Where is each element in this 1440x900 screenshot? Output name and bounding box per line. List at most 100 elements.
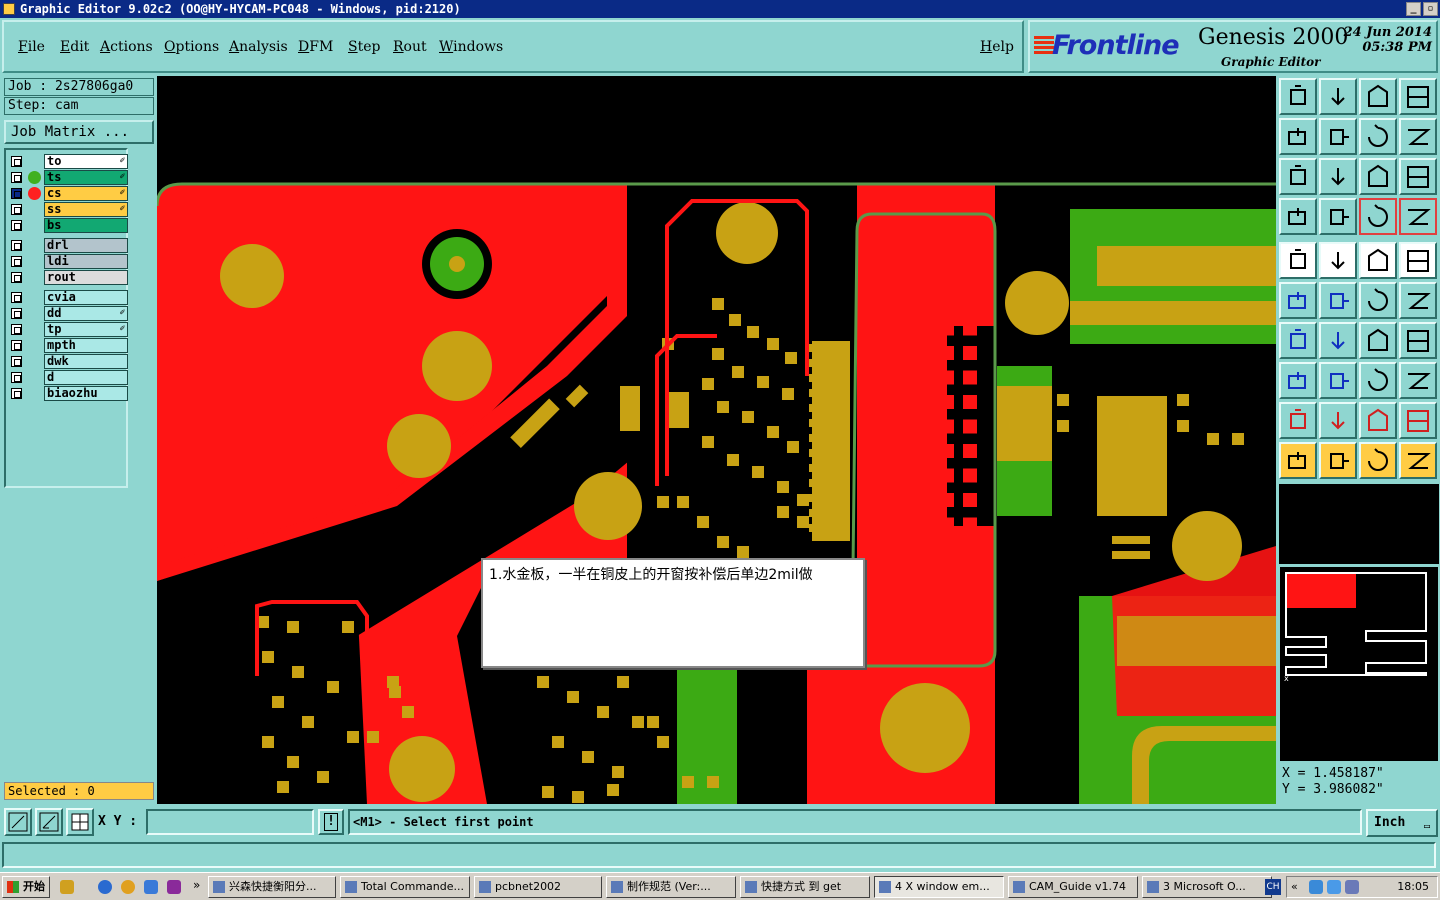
move-button[interactable] [1359, 282, 1397, 319]
units-selector[interactable]: Inch ▭ [1366, 809, 1438, 837]
move-left-button[interactable] [1279, 118, 1317, 155]
tray-network-icon[interactable] [1309, 880, 1323, 894]
connect-button[interactable] [1279, 282, 1317, 319]
delete-button[interactable] [1319, 282, 1357, 319]
layer-row-dd[interactable]: dd ✐ [8, 306, 128, 321]
layer-name[interactable]: biaozhu [44, 386, 128, 401]
language-indicator[interactable]: CH [1265, 879, 1281, 895]
layer-name[interactable]: drl [44, 238, 128, 253]
taskbar-task[interactable]: 快捷方式 到 get [740, 876, 870, 898]
taskbar-task[interactable]: pcbnet2002 [474, 876, 602, 898]
layer-name[interactable]: tp ✐ [44, 322, 128, 337]
layer-checkbox[interactable] [11, 172, 22, 183]
resize-button[interactable] [1359, 362, 1397, 399]
layer-row-drl[interactable]: drl [8, 238, 128, 253]
maximize-button[interactable]: ▫ [1423, 2, 1438, 16]
center-button[interactable] [1319, 158, 1357, 195]
layer-name[interactable]: cs ✐ [44, 186, 128, 201]
layer-checkbox[interactable] [11, 156, 22, 167]
layer-row-ss[interactable]: ss ✐ [8, 202, 128, 217]
quicklaunch-browser-icon[interactable] [144, 880, 158, 894]
format-button[interactable] [1399, 322, 1437, 359]
help-button[interactable] [1399, 158, 1437, 195]
layer-checkbox[interactable] [11, 340, 22, 351]
layer-display-dot[interactable] [28, 171, 41, 184]
menu-dfm[interactable]: DFM [298, 39, 333, 55]
taskbar-task[interactable]: CAM_Guide v1.74 [1008, 876, 1138, 898]
start-button[interactable]: 开始 [2, 876, 50, 898]
layer-name[interactable]: to ✐ [44, 154, 128, 169]
layer-checkbox[interactable] [11, 204, 22, 215]
select-circle-button[interactable] [1399, 242, 1437, 279]
job-matrix-button[interactable]: Job Matrix ... [4, 120, 154, 144]
layer-row-mpth[interactable]: mpth [8, 338, 128, 353]
layer-row-to[interactable]: to ✐ [8, 154, 128, 169]
menu-analysis[interactable]: Analysis [229, 39, 288, 55]
layer-row-cvia[interactable]: cvia [8, 290, 128, 305]
layer-checkbox[interactable] [11, 240, 22, 251]
layer-row-d[interactable]: d [8, 370, 128, 385]
edit-feature-button[interactable] [1319, 242, 1357, 279]
quicklaunch-more-icon[interactable]: » [193, 878, 200, 892]
layer-checkbox[interactable] [11, 292, 22, 303]
tray-expand-icon[interactable]: « [1291, 880, 1298, 893]
menu-step[interactable]: Step [348, 39, 380, 55]
layer-row-tp[interactable]: tp ✐ [8, 322, 128, 337]
layer-name[interactable]: ldi [44, 254, 128, 269]
arc-button[interactable] [1359, 322, 1397, 359]
layer-checkbox[interactable] [11, 256, 22, 267]
taskbar-task[interactable]: 兴森快捷衡阳分... [208, 876, 336, 898]
add-feature-button[interactable] [1279, 242, 1317, 279]
quicklaunch-folder-icon[interactable] [60, 880, 74, 894]
xy-input[interactable] [146, 809, 314, 835]
menu-edit[interactable]: Edit [60, 39, 89, 55]
minimize-button[interactable]: _ [1406, 2, 1421, 16]
taskbar-task[interactable]: 3 Microsoft O... [1142, 876, 1272, 898]
line-button[interactable] [1319, 322, 1357, 359]
layout-button[interactable] [1399, 78, 1437, 115]
pointer-select-button[interactable] [1319, 442, 1357, 479]
grid-snap-button[interactable] [66, 808, 94, 836]
menu-help[interactable]: Help [980, 39, 1014, 55]
taskbar-task[interactable]: 制作规范 (Ver:... [606, 876, 736, 898]
layer-name[interactable]: bs [44, 218, 128, 233]
layer-row-biaozhu[interactable]: biaozhu [8, 386, 128, 401]
alert-button[interactable]: ! [318, 809, 344, 835]
layer-checkbox[interactable] [11, 324, 22, 335]
layer-checkbox[interactable] [11, 388, 22, 399]
layer-checkbox[interactable] [11, 272, 22, 283]
layer-row-ts[interactable]: ts ✐ [8, 170, 128, 185]
layer-name[interactable]: mpth [44, 338, 128, 353]
layer-name[interactable]: d [44, 370, 128, 385]
layer-display-dot[interactable] [28, 187, 41, 200]
triangle-select-button[interactable] [1359, 402, 1397, 439]
menu-file[interactable]: File [18, 39, 45, 55]
menu-windows[interactable]: Windows [439, 39, 503, 55]
graphic-canvas[interactable]: 1.水金板，一半在铜皮上的开窗按补偿后单边2mil做 [157, 76, 1276, 804]
zoom-reset-button[interactable] [1359, 118, 1397, 155]
pad-move-button[interactable] [1279, 362, 1317, 399]
quicklaunch-clock-icon[interactable] [121, 880, 135, 894]
snap-top-button[interactable] [1279, 78, 1317, 115]
home-button[interactable] [1359, 78, 1397, 115]
quicklaunch-ie-icon[interactable] [98, 880, 112, 894]
measure-button[interactable] [35, 808, 63, 836]
netlist-button[interactable] [1359, 198, 1397, 235]
layer-row-cs[interactable]: cs ✐ [8, 186, 128, 201]
mini-preview[interactable]: x [1279, 566, 1439, 762]
zoom-fit-button[interactable] [4, 808, 32, 836]
taskbar-task[interactable]: 4 X window em... [874, 876, 1004, 898]
pointer-route-button[interactable] [1399, 442, 1437, 479]
layer-row-rout[interactable]: rout [8, 270, 128, 285]
layer-name[interactable]: dd ✐ [44, 306, 128, 321]
layer-name[interactable]: dwk [44, 354, 128, 369]
route-button[interactable] [1399, 282, 1437, 319]
fit-all-button[interactable] [1279, 158, 1317, 195]
taskbar-task[interactable]: Total Commande... [340, 876, 470, 898]
layer-checkbox[interactable] [11, 356, 22, 367]
tray-display-icon[interactable] [1327, 880, 1341, 894]
trim-button[interactable] [1319, 362, 1357, 399]
layer-checkbox[interactable] [11, 308, 22, 319]
angle-button[interactable] [1279, 322, 1317, 359]
layer-name[interactable]: ss ✐ [44, 202, 128, 217]
